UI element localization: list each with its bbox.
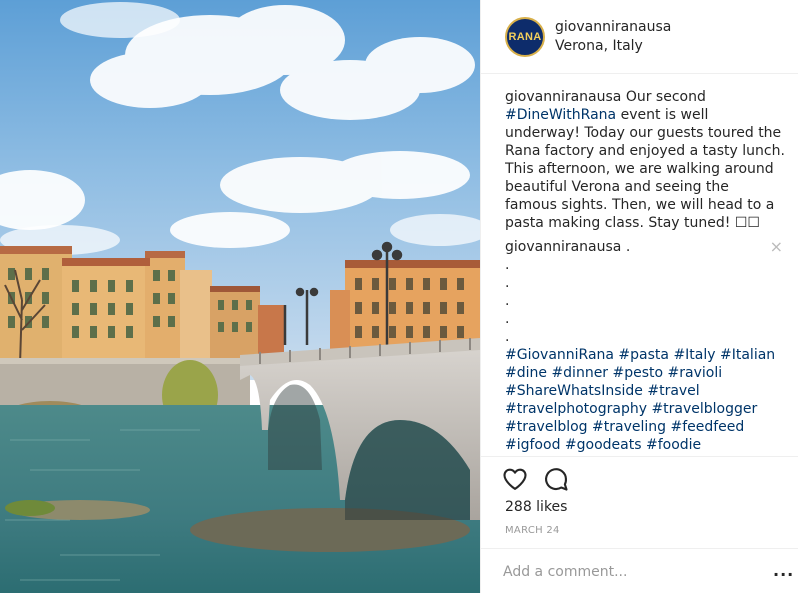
caption: giovanniranausa Our second #DineWithRana… (505, 88, 785, 232)
comment-username-link[interactable]: giovanniranausa (505, 239, 621, 255)
comment-hashtags[interactable]: #GiovanniRana #pasta #Italy #Italian #di… (505, 346, 785, 452)
comment-text: . (621, 239, 631, 255)
location-link[interactable]: Verona, Italy (555, 38, 643, 54)
post-actions: 288 likes MARCH 24 (481, 456, 798, 542)
comment-bubble-icon (545, 468, 568, 491)
comments-section[interactable]: giovanniranausa Our second #DineWithRana… (505, 88, 785, 452)
header-username-link[interactable]: giovanniranausa (555, 19, 671, 35)
comment-dot-line: . (505, 293, 510, 309)
post-date: MARCH 24 (505, 525, 560, 536)
add-comment-input[interactable] (503, 561, 753, 583)
caption-text-1: Our second (621, 89, 706, 105)
close-icon[interactable]: × (770, 238, 783, 256)
post-header: RANA giovanniranausa Verona, Italy (481, 0, 798, 74)
caption-username-link[interactable]: giovanniranausa (505, 89, 621, 105)
caption-text-2: event is well underway! Today our guests… (505, 107, 785, 231)
comment-dot-line: . (505, 329, 510, 345)
comment-dot-line: . (505, 275, 510, 291)
hashtag-link[interactable]: #DineWithRana (505, 107, 616, 123)
comment-dot-line: . (505, 257, 510, 273)
more-options-icon[interactable]: ... (773, 563, 794, 579)
comment-dot-line: . (505, 311, 510, 327)
like-button[interactable] (501, 465, 529, 493)
avatar[interactable]: RANA (505, 17, 545, 57)
likes-count[interactable]: 288 likes (505, 499, 567, 515)
verona-bridge-image (0, 0, 480, 593)
heart-icon (503, 468, 527, 490)
add-comment-bar: ... (481, 548, 798, 593)
post-sidebar: RANA giovanniranausa Verona, Italy giova… (480, 0, 798, 593)
comment-button[interactable] (542, 465, 570, 493)
post-photo[interactable] (0, 0, 480, 593)
avatar-logo-text: RANA (508, 31, 542, 43)
comment-item: × giovanniranausa . . . . . . #GiovanniR… (505, 238, 785, 453)
